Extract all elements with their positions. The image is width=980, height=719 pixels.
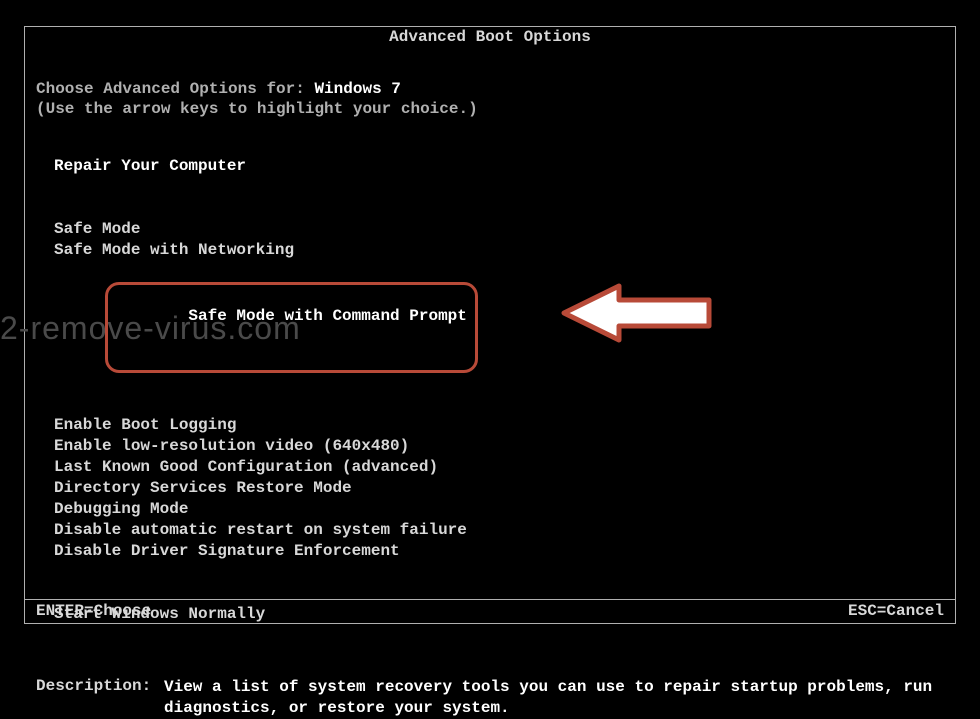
menu-item-disable-auto-restart[interactable]: Disable automatic restart on system fail… [54, 520, 944, 541]
frame-right [955, 26, 956, 624]
frame-top [24, 26, 956, 27]
menu-item-boot-logging[interactable]: Enable Boot Logging [54, 415, 944, 436]
prompt-line: Choose Advanced Options for: Windows 7 [36, 80, 944, 98]
page-title: Advanced Boot Options [0, 28, 980, 46]
description-block: Description: View a list of system recov… [36, 677, 944, 719]
prompt-hint: (Use the arrow keys to highlight your ch… [36, 100, 944, 118]
menu-item-low-res[interactable]: Enable low-resolution video (640x480) [54, 436, 944, 457]
menu-item-safe-mode[interactable]: Safe Mode [54, 219, 944, 240]
menu-item-repair[interactable]: Repair Your Computer [54, 156, 944, 177]
boot-menu: Repair Your Computer Safe Mode Safe Mode… [54, 156, 944, 625]
footer-enter: ENTER=Choose [36, 602, 151, 620]
footer-bar: ENTER=Choose ESC=Cancel [36, 602, 944, 620]
highlight-annotation: Safe Mode with Command Prompt [105, 282, 478, 373]
menu-item-ds-restore[interactable]: Directory Services Restore Mode [54, 478, 944, 499]
footer-esc: ESC=Cancel [848, 602, 944, 620]
menu-item-disable-driver-sig[interactable]: Disable Driver Signature Enforcement [54, 541, 944, 562]
menu-item-last-known-good[interactable]: Last Known Good Configuration (advanced) [54, 457, 944, 478]
left-arrow-icon [463, 257, 729, 376]
menu-item-safe-mode-cmd-label: Safe Mode with Command Prompt [188, 307, 466, 325]
prompt-prefix: Choose Advanced Options for: [36, 80, 314, 98]
os-name: Windows 7 [314, 80, 400, 98]
menu-item-debugging[interactable]: Debugging Mode [54, 499, 944, 520]
menu-item-safe-mode-cmd-row[interactable]: Safe Mode with Command Prompt [54, 261, 944, 394]
description-label: Description: [36, 677, 164, 719]
description-text: View a list of system recovery tools you… [164, 677, 944, 719]
